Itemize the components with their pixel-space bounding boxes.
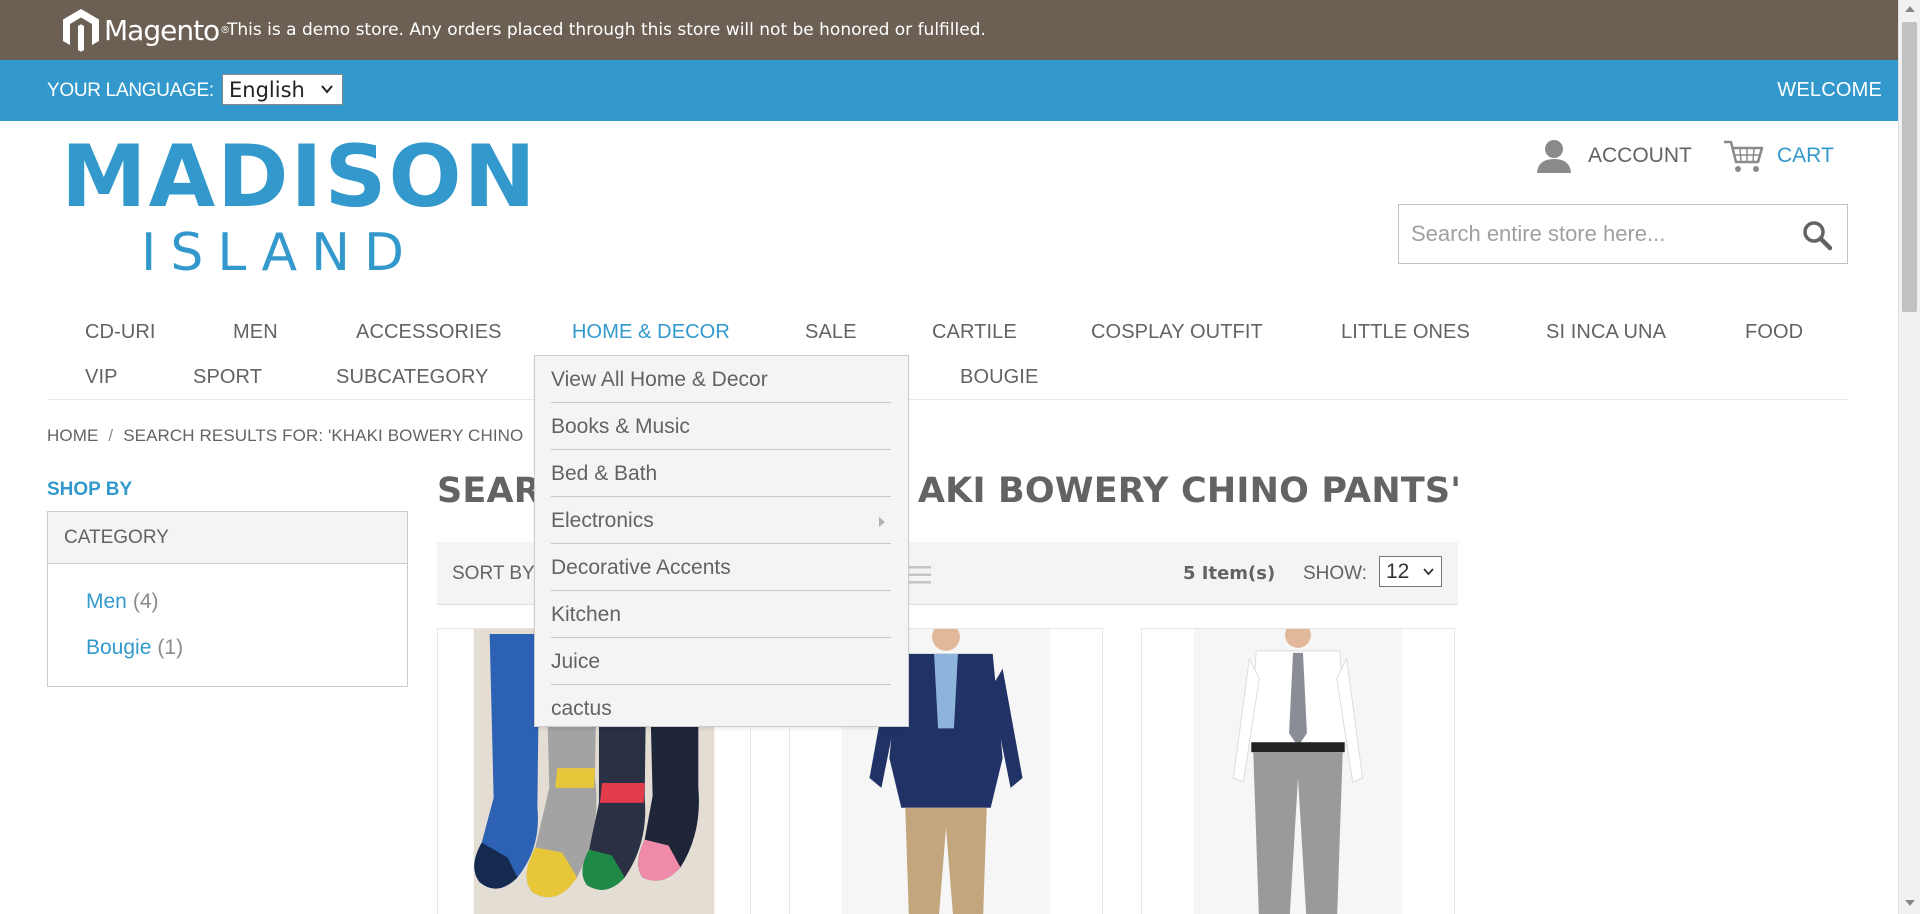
nav-item-food[interactable]: FOOD	[1745, 321, 1803, 344]
cart-icon	[1724, 140, 1764, 172]
dropdown-item-books-music[interactable]: Books & Music	[551, 403, 891, 450]
submenu-arrow-icon	[879, 517, 885, 527]
nav-item-home-decor[interactable]: HOME & DECOR	[572, 321, 730, 344]
scroll-down-arrow-icon[interactable]	[1905, 900, 1915, 906]
dropdown-item-view-all[interactable]: View All Home & Decor	[551, 356, 891, 403]
language-select-value: English	[229, 77, 305, 102]
user-icon	[1537, 140, 1571, 173]
nav-item-sport[interactable]: SPORT	[193, 366, 262, 389]
category-item[interactable]: Men (4)	[86, 590, 407, 636]
product-image-shirt-tie[interactable]	[1142, 629, 1454, 914]
nav-item-subcategory[interactable]: SUBCATEGORY	[336, 366, 489, 389]
nav-item-sale[interactable]: SALE	[805, 321, 857, 344]
account-label: ACCOUNT	[1588, 144, 1692, 167]
breadcrumb-home[interactable]: HOME	[47, 426, 98, 445]
nav-item-cd-uri[interactable]: CD-URI	[85, 321, 156, 344]
chevron-down-icon	[321, 85, 333, 94]
nav-divider	[47, 399, 1848, 400]
category-count: (4)	[132, 590, 159, 613]
search-box	[1398, 204, 1848, 264]
dropdown-item-cactus[interactable]: cactus	[551, 685, 891, 732]
language-bar: YOUR LANGUAGE: English WELCOME	[0, 60, 1898, 121]
category-name: Men	[86, 590, 127, 613]
chevron-down-icon	[1423, 568, 1434, 576]
breadcrumb: HOME / SEARCH RESULTS FOR: 'KHAKI BOWERY C…	[47, 426, 523, 446]
category-item[interactable]: Bougie (1)	[86, 636, 407, 682]
cart-label: CART	[1777, 144, 1834, 167]
category-filter: CATEGORY Men (4) Bougie (1)	[47, 511, 408, 687]
home-decor-dropdown: View All Home & Decor Books & Music Bed …	[534, 355, 909, 727]
dropdown-item-electronics[interactable]: Electronics	[551, 497, 891, 544]
nav-item-cartile[interactable]: CARTILE	[932, 321, 1017, 344]
show-label: SHOW:	[1303, 563, 1368, 584]
product-card-shirt-tie[interactable]	[1141, 628, 1455, 914]
show-limit-select[interactable]: 12	[1379, 556, 1442, 587]
scrollbar-thumb[interactable]	[1902, 22, 1917, 312]
category-filter-title[interactable]: CATEGORY	[48, 512, 407, 564]
nav-item-bougie[interactable]: BOUGIE	[960, 366, 1038, 389]
language-select[interactable]: English	[222, 74, 343, 105]
search-icon[interactable]	[1801, 219, 1833, 251]
dropdown-item-kitchen[interactable]: Kitchen	[551, 591, 891, 638]
search-input[interactable]	[1411, 219, 1791, 249]
demo-notice-bar: Magento ® This is a demo store. Any orde…	[0, 0, 1898, 60]
magento-wordmark: Magento	[104, 13, 220, 47]
dropdown-item-juice[interactable]: Juice	[551, 638, 891, 685]
account-link[interactable]: ACCOUNT	[1534, 138, 1692, 174]
nav-item-little-ones[interactable]: LITTLE ONES	[1341, 321, 1470, 344]
show-limit-value: 12	[1386, 560, 1410, 583]
nav-item-si-inca-una[interactable]: SI INCA UNA	[1546, 321, 1666, 344]
magento-hex-icon	[63, 9, 99, 52]
logo-line-1: MADISON	[61, 127, 538, 227]
breadcrumb-separator: /	[108, 426, 114, 445]
dropdown-item-bed-bath[interactable]: Bed & Bath	[551, 450, 891, 497]
category-list: Men (4) Bougie (1)	[48, 564, 407, 682]
logo-line-2: ISLAND	[141, 223, 419, 283]
scroll-up-arrow-icon[interactable]	[1905, 6, 1915, 12]
demo-notice-text: This is a demo store. Any orders placed …	[227, 20, 986, 40]
dropdown-item-electronics-label: Electronics	[551, 509, 654, 532]
welcome-message: WELCOME	[1777, 79, 1882, 101]
nav-item-cosplay-outfit[interactable]: COSPLAY OUTFIT	[1091, 321, 1263, 344]
page-title-right: AKI BOWERY CHINO PANTS'	[917, 471, 1462, 511]
nav-item-vip[interactable]: VIP	[85, 366, 118, 389]
page-scrollbar[interactable]	[1898, 0, 1920, 914]
item-count: 5 Item(s)	[1183, 563, 1276, 584]
cart-link[interactable]: CART	[1723, 138, 1834, 174]
magento-logo: Magento ®	[62, 8, 230, 52]
store-logo[interactable]: MADISON ISLAND	[61, 127, 536, 283]
sort-by-label: SORT BY	[452, 563, 535, 584]
language-label: YOUR LANGUAGE:	[47, 80, 214, 101]
category-count: (1)	[157, 636, 184, 659]
dropdown-item-decorative-accents[interactable]: Decorative Accents	[551, 544, 891, 591]
category-name: Bougie	[86, 636, 152, 659]
shop-by-heading: SHOP BY	[47, 479, 133, 500]
nav-item-men[interactable]: MEN	[233, 321, 278, 344]
breadcrumb-current: SEARCH RESULTS FOR: 'KHAKI BOWERY CHINO	[123, 426, 524, 445]
nav-item-accessories[interactable]: ACCESSORIES	[356, 321, 502, 344]
